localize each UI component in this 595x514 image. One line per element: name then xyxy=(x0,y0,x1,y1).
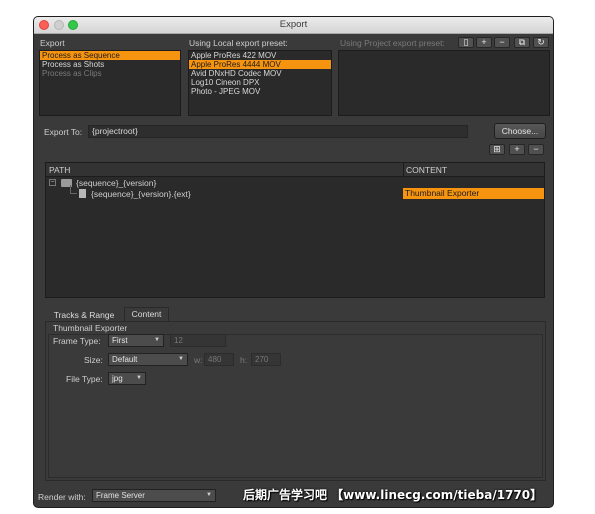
content-cell-selected[interactable]: Thumbnail Exporter xyxy=(403,188,544,199)
size-value: Default xyxy=(112,355,138,364)
preset-item[interactable]: Avid DNxHD Codec MOV xyxy=(189,69,331,78)
export-mode-item-shots[interactable]: Process as Shots xyxy=(40,60,180,69)
project-preset-list xyxy=(338,50,550,116)
preset-item[interactable]: Log10 Cineon DPX xyxy=(189,78,331,87)
column-header-path[interactable]: PATH xyxy=(49,165,70,175)
add-icon[interactable]: + xyxy=(476,37,492,48)
new-document-icon[interactable]: ▯ xyxy=(458,37,474,48)
tab-tracks-range[interactable]: Tracks & Range xyxy=(47,309,121,321)
path-table: PATH CONTENT − {sequence}_{version} {seq… xyxy=(45,162,545,298)
preset-item-selected[interactable]: Apple ProRes 4444 MOV xyxy=(189,60,331,69)
remove-icon[interactable]: − xyxy=(494,37,510,48)
export-mode-list: Process as Sequence Process as Shots Pro… xyxy=(39,50,181,116)
export-mode-item-sequence[interactable]: Process as Sequence xyxy=(40,51,180,60)
remove-path-icon[interactable]: − xyxy=(528,144,544,155)
add-path-icon[interactable]: + xyxy=(509,144,525,155)
export-to-label: Export To: xyxy=(44,127,83,137)
add-folder-icon[interactable]: ⊞ xyxy=(489,144,505,155)
refresh-icon[interactable]: ↻ xyxy=(533,37,549,48)
height-label: h: xyxy=(240,355,248,365)
collapse-toggle-icon[interactable]: − xyxy=(49,179,56,186)
path-cell: {sequence}_{version}.{ext} xyxy=(91,189,191,199)
export-dialog: Export Export Process as Sequence Proces… xyxy=(33,16,554,508)
group-title: Thumbnail Exporter xyxy=(53,323,128,333)
chevron-down-icon: ▼ xyxy=(136,375,142,381)
project-preset-label: Using Project export preset: xyxy=(340,38,445,48)
local-preset-label: Using Local export preset: xyxy=(189,38,288,48)
tree-line xyxy=(70,193,77,194)
file-type-select[interactable]: jpg ▼ xyxy=(108,372,146,385)
width-field: 480 xyxy=(204,353,234,366)
export-label: Export xyxy=(40,38,65,48)
frame-type-select[interactable]: First ▼ xyxy=(108,334,164,347)
title-bar: Export xyxy=(34,17,553,34)
export-to-field[interactable]: {projectroot} xyxy=(88,125,468,138)
content-panel: Thumbnail Exporter Frame Type: First ▼ 1… xyxy=(45,321,546,481)
size-select[interactable]: Default ▼ xyxy=(108,353,188,366)
frame-type-label: Frame Type: xyxy=(53,336,101,346)
local-preset-list: Apple ProRes 422 MOV Apple ProRes 4444 M… xyxy=(188,50,332,116)
choose-button[interactable]: Choose... xyxy=(494,123,546,139)
window-title: Export xyxy=(279,19,308,30)
table-header xyxy=(46,163,544,177)
watermark-text: 后期广告学习吧 【www.linecg.com/tieba/1770】 xyxy=(243,488,543,502)
file-icon xyxy=(79,189,86,198)
render-with-select[interactable]: Frame Server ▼ xyxy=(92,489,216,502)
file-type-value: jpg xyxy=(112,374,123,383)
frame-type-value: First xyxy=(112,336,128,345)
column-divider xyxy=(403,163,404,177)
width-label: w: xyxy=(194,355,203,365)
frame-number-field: 12 xyxy=(170,334,226,347)
copy-icon[interactable]: ⧉ xyxy=(514,37,530,48)
height-field: 270 xyxy=(251,353,281,366)
chevron-down-icon: ▼ xyxy=(178,356,184,362)
render-with-label: Render with: xyxy=(38,492,86,502)
column-header-content[interactable]: CONTENT xyxy=(406,165,447,175)
render-with-value: Frame Server xyxy=(96,491,145,500)
chevron-down-icon: ▼ xyxy=(154,337,160,343)
tab-content[interactable]: Content xyxy=(124,307,169,322)
chevron-down-icon: ▼ xyxy=(206,492,212,498)
preset-item[interactable]: Photo - JPEG MOV xyxy=(189,87,331,96)
size-label: Size: xyxy=(84,355,103,365)
path-cell: {sequence}_{version} xyxy=(76,178,157,188)
preset-item[interactable]: Apple ProRes 422 MOV xyxy=(189,51,331,60)
export-mode-item-clips: Process as Clips xyxy=(42,69,102,78)
file-type-label: File Type: xyxy=(66,374,103,384)
